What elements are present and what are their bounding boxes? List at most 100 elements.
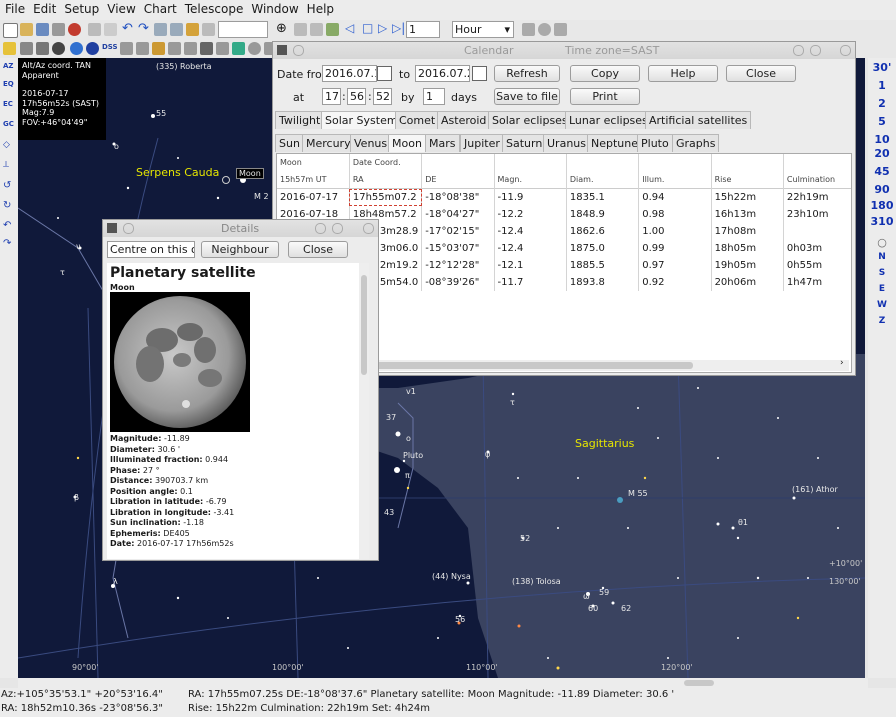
undo-icon[interactable]: ↶ (122, 21, 133, 36)
redo-icon[interactable]: ↷ (138, 21, 149, 36)
calendar-icon[interactable] (294, 23, 307, 36)
tab-sun[interactable]: Sun (275, 134, 304, 152)
move-icon[interactable] (554, 23, 567, 36)
menu-chart[interactable]: Chart (139, 0, 180, 16)
close-icon[interactable] (840, 45, 851, 56)
paste-icon[interactable] (104, 23, 117, 36)
equatorial-icon[interactable]: EQ (3, 80, 14, 88)
label-icon[interactable] (216, 42, 229, 55)
horizon-icon[interactable] (232, 42, 245, 55)
fov-310[interactable]: 310 (868, 215, 896, 228)
step-back-icon[interactable]: ◁ (345, 21, 354, 35)
window-menu-icon[interactable] (277, 45, 287, 55)
tab-solar-eclipses[interactable]: Solar eclipses (488, 111, 572, 129)
chart-scrollbar[interactable] (18, 678, 868, 688)
fov-1[interactable]: 1 (868, 79, 896, 92)
ruler-icon[interactable] (200, 42, 213, 55)
tab-pluto[interactable]: Pluto (637, 134, 673, 152)
fov-all-sky-icon[interactable]: ○ (868, 236, 896, 249)
ecliptic-coord-icon[interactable]: EC (3, 100, 13, 108)
scroll-right-icon[interactable]: › (840, 358, 844, 368)
minute-input[interactable]: 56 (347, 88, 366, 105)
open-icon[interactable] (20, 23, 33, 36)
tab-asteroid[interactable]: Asteroid (437, 111, 491, 129)
menu-help[interactable]: Help (302, 0, 337, 16)
close-button[interactable]: Close (288, 241, 348, 258)
constellation-icon[interactable] (152, 42, 165, 55)
save-icon[interactable] (36, 23, 49, 36)
eq-grid-icon[interactable] (136, 42, 149, 55)
now-icon[interactable] (326, 23, 339, 36)
clock-icon[interactable] (310, 23, 323, 36)
moon-marker[interactable] (222, 176, 230, 184)
search-icon[interactable] (186, 23, 199, 36)
menu-view[interactable]: View (102, 0, 138, 16)
direction-z[interactable]: Z (868, 316, 896, 326)
copy-icon[interactable] (88, 23, 101, 36)
tab-mercury[interactable]: Mercury (302, 134, 355, 152)
date-to-calendar-icon[interactable] (472, 66, 487, 81)
hour-input[interactable]: 17 (322, 88, 341, 105)
tab-graphs[interactable]: Graphs (672, 134, 720, 152)
asteroid-nysa-label[interactable]: (44) Nysa (432, 572, 471, 581)
comet-icon[interactable] (86, 42, 99, 55)
milkyway-icon[interactable] (248, 42, 261, 55)
boundary-icon[interactable] (168, 42, 181, 55)
tab-comet[interactable]: Comet (395, 111, 440, 129)
direction-e[interactable]: E (868, 284, 896, 294)
asteroid-tolosa-label[interactable]: (138) Tolosa (512, 577, 561, 586)
nebula-icon[interactable] (20, 42, 33, 55)
print-button[interactable]: Print (570, 88, 640, 105)
planet-icon[interactable] (52, 42, 65, 55)
calendar-titlebar[interactable]: Calendar Time zone=SAST (273, 42, 855, 59)
vertical-scrollbar[interactable] (359, 263, 369, 559)
asteroid-athor-label[interactable]: (161) Athor (792, 485, 838, 494)
mirror-icon[interactable]: ⟂ (3, 160, 9, 170)
tab-moon[interactable]: Moon (388, 134, 426, 152)
pin-icon[interactable] (123, 223, 134, 234)
step-forward-icon[interactable]: ▷ (378, 21, 387, 35)
fov-45[interactable]: 45 (868, 165, 896, 178)
tab-jupiter[interactable]: Jupiter (460, 134, 504, 152)
tab-mars[interactable]: Mars (425, 134, 460, 152)
pluto-label[interactable]: Pluto (403, 451, 423, 460)
moon-label[interactable]: Moon (236, 168, 264, 179)
fov-90[interactable]: 90 (868, 183, 896, 196)
stars-icon[interactable] (3, 42, 16, 55)
telescope-icon[interactable] (522, 23, 535, 36)
second-input[interactable]: 52 (373, 88, 392, 105)
zoom-in-icon[interactable] (154, 23, 167, 36)
minimize-icon[interactable] (315, 223, 326, 234)
fast-forward-icon[interactable]: ▷| (392, 21, 405, 35)
altaz-icon[interactable]: AZ (3, 62, 14, 70)
maximize-icon[interactable] (810, 45, 821, 56)
fov-5[interactable]: 5 (868, 115, 896, 128)
neighbour-button[interactable]: Neighbour (201, 241, 279, 258)
fov-10[interactable]: 10 (868, 133, 896, 146)
save-to-file-button[interactable]: Save to file (494, 88, 560, 105)
scrollbar-thumb[interactable] (684, 680, 714, 686)
date-to-input[interactable]: 2016.07.2 (415, 65, 470, 82)
step-days-input[interactable]: 1 (423, 88, 445, 105)
menu-file[interactable]: File (0, 0, 28, 16)
step-input[interactable]: 1 (406, 21, 440, 38)
asteroid-roberta-label[interactable]: (335) Roberta (156, 62, 211, 71)
direction-w[interactable]: W (868, 300, 896, 310)
fov-30m[interactable]: 30' (868, 61, 896, 74)
direction-n[interactable]: N (868, 252, 896, 262)
date-from-input[interactable]: 2016.07.1 (322, 65, 377, 82)
date-from-calendar-icon[interactable] (377, 66, 392, 81)
setup-icon[interactable] (68, 23, 81, 36)
step-unit-select[interactable]: Hour ▾ (452, 21, 514, 38)
tab-artificial-satellites[interactable]: Artificial satellites (645, 111, 752, 129)
binoculars-icon[interactable]: ⊕ (276, 21, 287, 36)
stop-icon[interactable]: □ (362, 21, 373, 35)
tab-neptune[interactable]: Neptune (587, 134, 643, 152)
fov-20[interactable]: 20 (868, 147, 896, 160)
rotate-left-icon[interactable]: ↺ (3, 180, 11, 191)
refresh-button[interactable]: Refresh (494, 65, 560, 82)
copy-button[interactable]: Copy (570, 65, 640, 82)
new-chart-icon[interactable] (3, 23, 18, 38)
centre-on-object-input[interactable]: Centre on this ob (107, 241, 195, 258)
maximize-icon[interactable] (332, 223, 343, 234)
